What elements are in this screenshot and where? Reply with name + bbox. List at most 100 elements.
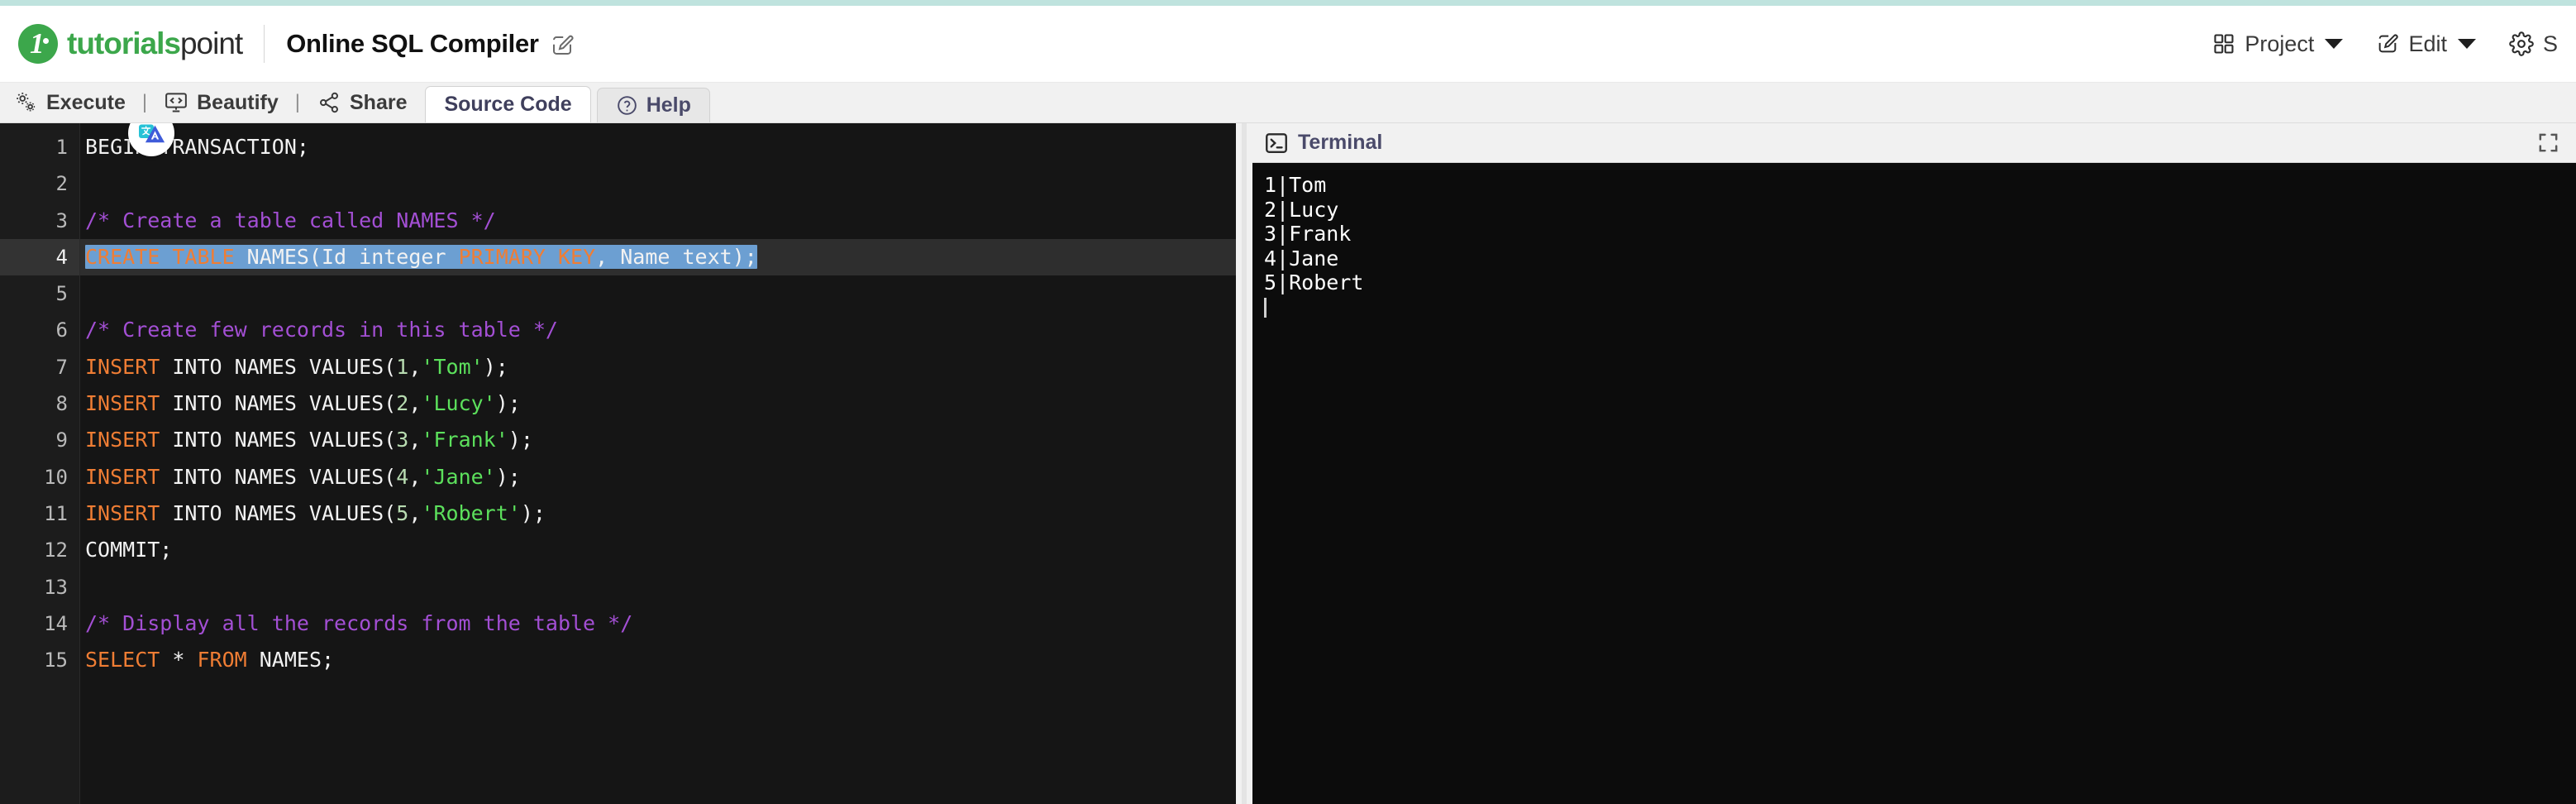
execute-button-label: Execute <box>46 90 126 114</box>
code-line[interactable]: INSERT INTO NAMES VALUES(1,'Tom'); <box>80 349 1236 385</box>
line-number: 13 <box>44 575 68 599</box>
code-token: INTO NAMES VALUES( <box>160 464 397 489</box>
code-line[interactable]: CREATE TABLE NAMES(Id integer PRIMARY KE… <box>80 238 1236 276</box>
code-line[interactable]: INSERT INTO NAMES VALUES(3,'Frank'); <box>80 422 1236 458</box>
line-number: 2 <box>55 172 68 196</box>
line-number: 7 <box>55 355 68 379</box>
main-split: 1 2 3 4 5 6 7 8 9 10 11 12 13 14 15 BEGIN TRANSACTION;… <box>0 123 2576 804</box>
code-line[interactable]: BEGIN TRANSACTION; <box>80 129 1236 165</box>
code-line[interactable]: INSERT INTO NAMES VALUES(2,'Lucy'); <box>80 385 1236 422</box>
code-token: , <box>408 391 422 416</box>
tab-source-code-label: Source Code <box>444 93 572 116</box>
beautify-button[interactable]: Beautify <box>160 90 282 115</box>
code-token: INSERT <box>85 500 160 525</box>
terminal-line: 5|Robert <box>1264 270 1364 294</box>
editor-toolbar: Execute | Beautify | Share Source Code H… <box>0 83 2576 123</box>
code-line[interactable]: SELECT * FROM NAMES; <box>80 642 1236 678</box>
pane-splitter[interactable] <box>1236 123 1252 804</box>
code-token: ); <box>508 428 533 452</box>
code-token: , <box>408 428 422 452</box>
line-number: 14 <box>44 611 68 635</box>
terminal-title: Terminal <box>1298 131 1383 154</box>
code-token: ); <box>520 500 546 525</box>
gear-icon <box>2509 31 2534 56</box>
code-selection: CREATE TABLE NAMES(Id integer PRIMARY KE… <box>85 244 757 269</box>
code-token: INTO NAMES VALUES( <box>160 354 397 379</box>
terminal-output[interactable]: 1|Tom 2|Lucy 3|Frank 4|Jane 5|Robert <box>1252 163 2576 804</box>
line-number: 10 <box>44 465 68 489</box>
code-token: /* Create few records in this table */ <box>85 318 558 342</box>
pencil-square-icon[interactable] <box>550 33 575 58</box>
tab-help[interactable]: Help <box>596 88 710 122</box>
terminal-prompt-icon <box>1264 131 1289 156</box>
code-token: 'Robert' <box>421 500 521 525</box>
code-token: 1 <box>396 354 409 379</box>
top-accent-strip <box>0 0 2576 6</box>
logo-word-point: point <box>179 26 243 60</box>
code-token: INTO NAMES VALUES( <box>160 391 397 416</box>
code-line[interactable]: /* Create few records in this table */ <box>80 312 1236 348</box>
code-area[interactable]: BEGIN TRANSACTION; /* Create a table cal… <box>80 123 1236 804</box>
code-token: 5 <box>396 500 409 525</box>
terminal-cursor <box>1264 297 1267 318</box>
toolbar-separator: | <box>141 91 148 113</box>
header-menu-project[interactable]: Project <box>2212 31 2344 57</box>
code-line[interactable]: INSERT INTO NAMES VALUES(4,'Jane'); <box>80 459 1236 495</box>
code-line[interactable] <box>80 569 1236 605</box>
page-title: Online SQL Compiler <box>286 29 575 59</box>
logo-glyph-one: 1 <box>30 27 45 60</box>
code-token: 3 <box>396 428 409 452</box>
terminal-line: 4|Jane <box>1264 246 1339 270</box>
code-token: INSERT <box>85 464 160 489</box>
code-line[interactable] <box>80 165 1236 202</box>
header-menu-edit-label: Edit <box>2408 31 2447 56</box>
line-number: 8 <box>55 392 68 416</box>
toolbar-tabs: Source Code Help <box>425 83 715 122</box>
logo-word-tutorials: tutorials <box>67 26 181 60</box>
header-menu-edit[interactable]: Edit <box>2376 31 2476 57</box>
code-token: , Name text); <box>595 244 757 269</box>
chevron-down-icon[interactable] <box>2325 39 2344 49</box>
code-monitor-icon <box>164 90 188 115</box>
code-editor[interactable]: 1 2 3 4 5 6 7 8 9 10 11 12 13 14 15 BEGIN TRANSACTION;… <box>0 123 1236 804</box>
code-token: 'Tom' <box>421 354 484 379</box>
toolbar-separator: | <box>294 91 300 113</box>
logo-glyph-dot <box>43 38 49 44</box>
code-line[interactable]: INSERT INTO NAMES VALUES(5,'Robert'); <box>80 495 1236 532</box>
line-number: 5 <box>55 282 68 306</box>
code-token: INSERT <box>85 391 160 416</box>
line-number: 1 <box>55 136 68 159</box>
header-menu-project-label: Project <box>2244 31 2315 56</box>
code-token: 'Frank' <box>421 428 508 452</box>
code-token: NAMES; <box>246 648 335 672</box>
execute-button[interactable]: Execute <box>10 90 129 115</box>
code-token: BEGIN TRANSACTION; <box>85 135 309 159</box>
terminal-header: Terminal <box>1252 123 2576 163</box>
line-number-gutter: 1 2 3 4 5 6 7 8 9 10 11 12 13 14 15 <box>0 123 80 804</box>
code-token: /* Display all the records from the tabl… <box>85 610 633 635</box>
fullscreen-expand-icon[interactable] <box>2537 132 2559 154</box>
header-divider <box>264 25 265 63</box>
code-line[interactable]: COMMIT; <box>80 532 1236 568</box>
page-title-text: Online SQL Compiler <box>286 29 539 58</box>
tab-source-code[interactable]: Source Code <box>425 86 591 122</box>
code-token: /* Create a table called NAMES */ <box>85 208 496 232</box>
chevron-down-icon[interactable] <box>2457 39 2476 49</box>
sql-compiler-app: 1 tutorialspoint Online SQL Compiler Pro… <box>0 0 2576 804</box>
code-token: , <box>408 354 422 379</box>
code-line[interactable]: /* Create a table called NAMES */ <box>80 203 1236 239</box>
header-menu-settings[interactable]: S <box>2509 31 2558 57</box>
tutorialspoint-logo[interactable]: 1 tutorialspoint <box>18 24 243 64</box>
code-line[interactable] <box>80 275 1236 312</box>
line-number: 11 <box>44 501 68 525</box>
terminal-title-group: Terminal <box>1264 131 1382 156</box>
code-token: FROM <box>197 648 247 672</box>
share-button[interactable]: Share <box>313 90 410 115</box>
code-token: CREATE TABLE <box>85 244 235 269</box>
code-token: 2 <box>396 391 409 416</box>
code-token: 'Jane' <box>421 464 496 489</box>
line-number: 12 <box>44 538 68 562</box>
code-token: INSERT <box>85 354 160 379</box>
terminal-line: 1|Tom <box>1264 173 1327 197</box>
code-line[interactable]: /* Display all the records from the tabl… <box>80 605 1236 642</box>
